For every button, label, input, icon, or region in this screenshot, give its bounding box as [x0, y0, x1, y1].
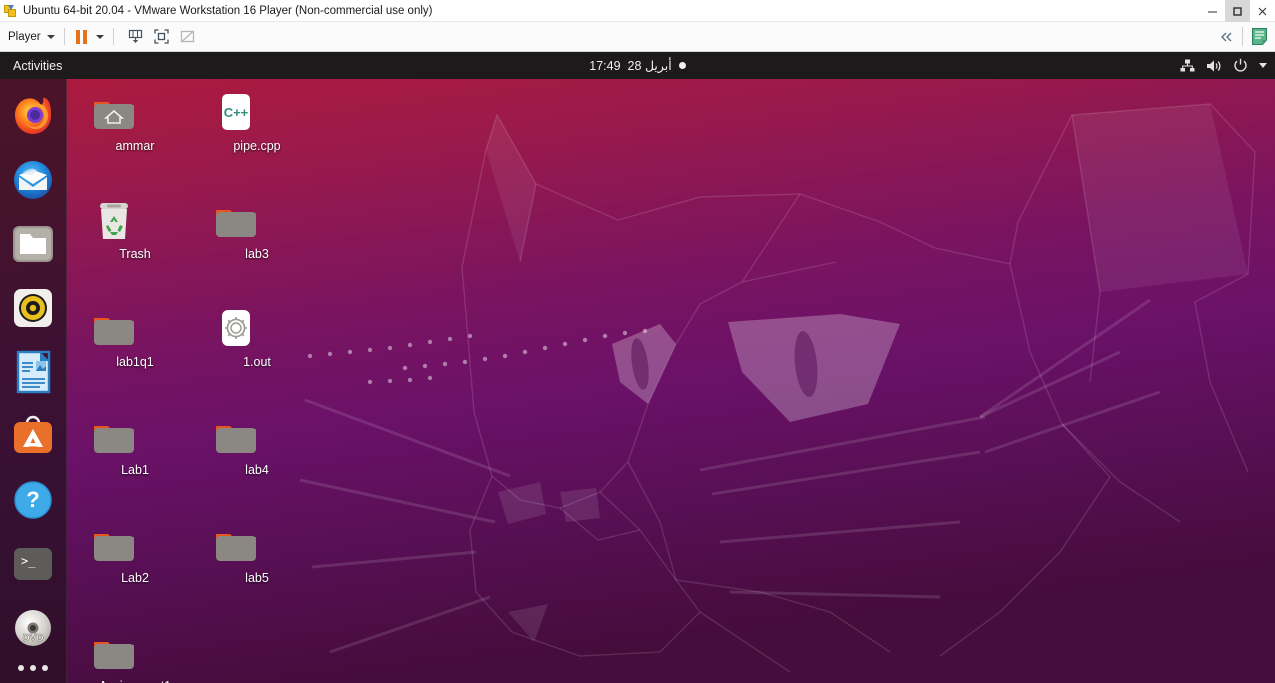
volume-icon: [1206, 59, 1222, 73]
window-controls: [1200, 0, 1275, 22]
svg-text:>_: >_: [21, 554, 36, 568]
trash-icon: [91, 199, 179, 245]
cpp-file-icon: C++: [213, 91, 301, 137]
gnome-topbar: Activities 17:49 28 أبريل: [0, 52, 1275, 79]
folder-icon: [213, 415, 301, 461]
chevron-down-icon: [1259, 63, 1267, 68]
vmware-titlebar: Ubuntu 64-bit 20.04 - VMware Workstation…: [0, 0, 1275, 22]
desktop-icon-label: lab5: [245, 571, 269, 585]
desktop-icon-label: ammar: [115, 139, 155, 153]
desktop-icon-lab1q1[interactable]: lab1q1: [91, 307, 179, 371]
desktop-icons-area: ammar C++ pipe.cpp Trash lab3 lab1q1 1.o…: [67, 79, 1275, 683]
dock-item-libreoffice-writer[interactable]: [10, 349, 56, 395]
svg-text:?: ?: [26, 487, 39, 512]
folder-icon: [91, 307, 179, 353]
desktop-icon-label: lab4: [245, 463, 269, 477]
dock-item-rhythmbox[interactable]: [10, 285, 56, 331]
dock-item-files[interactable]: [10, 221, 56, 267]
power-icon: [1233, 58, 1248, 73]
fullscreen-icon[interactable]: [149, 26, 175, 48]
notification-dot-icon: [678, 62, 686, 69]
clock-date: 28 أبريل: [627, 59, 672, 73]
toolbar-right-group: [1212, 22, 1275, 51]
restore-button[interactable]: [1225, 0, 1250, 22]
window-title: Ubuntu 64-bit 20.04 - VMware Workstation…: [23, 4, 433, 17]
desktop-icon-label: pipe.cpp: [233, 139, 281, 153]
send-key-icon[interactable]: [123, 26, 149, 48]
desktop-icon-lab5[interactable]: lab5: [213, 523, 301, 587]
desktop-icon-Lab1[interactable]: Lab1: [91, 415, 179, 479]
desktop-icon-label: lab3: [245, 247, 269, 261]
dock-item-ubuntu-software[interactable]: [10, 413, 56, 459]
executable-icon: [213, 307, 301, 353]
dock-item-help[interactable]: ?: [10, 477, 56, 523]
ubuntu-desktop: Activities 17:49 28 أبريل ? >_ DVD ammar…: [0, 52, 1275, 683]
folder-icon: [91, 631, 179, 677]
minimize-button[interactable]: [1200, 0, 1225, 22]
desktop-icon-label: Lab1: [121, 463, 149, 477]
activities-button[interactable]: Activities: [13, 59, 62, 73]
system-status-area[interactable]: [1180, 58, 1267, 73]
desktop-icon-label: Lab2: [121, 571, 149, 585]
pause-icon[interactable]: [75, 29, 87, 44]
dock-item-firefox[interactable]: [10, 93, 56, 139]
toolbar-divider-2: [112, 28, 114, 45]
pause-chevron-down-icon[interactable]: [95, 34, 104, 39]
vmware-toolbar: Player: [0, 22, 1275, 52]
network-icon: [1180, 59, 1195, 73]
folder-icon: [91, 415, 179, 461]
collapse-left-icon[interactable]: [1212, 22, 1242, 51]
desktop-icon-label: lab1q1: [116, 355, 154, 369]
dock-item-terminal[interactable]: >_: [10, 541, 56, 587]
home-folder-icon: [91, 91, 179, 137]
clock-area[interactable]: 17:49 28 أبريل: [0, 58, 1275, 73]
folder-icon: [213, 523, 301, 569]
desktop-icon-Lab2[interactable]: Lab2: [91, 523, 179, 587]
desktop-icon-lab4[interactable]: lab4: [213, 415, 301, 479]
desktop-icon-trash[interactable]: Trash: [91, 199, 179, 263]
player-menu-label[interactable]: Player: [8, 31, 41, 43]
screenshot-root: Ubuntu 64-bit 20.04 - VMware Workstation…: [0, 0, 1275, 683]
folder-icon: [213, 199, 301, 245]
desktop-icon-Assignment1[interactable]: Assignment1: [91, 631, 179, 683]
toolbar-divider: [63, 28, 65, 45]
svg-text:C++: C++: [224, 105, 249, 120]
desktop-icon-label: 1.out: [243, 355, 271, 369]
desktop-icon-label: Trash: [119, 247, 151, 261]
unity-mode-icon[interactable]: [175, 26, 201, 48]
close-button[interactable]: [1250, 0, 1275, 22]
ubuntu-dock: ? >_ DVD: [0, 79, 67, 683]
clock-time: 17:49: [589, 58, 621, 73]
desktop-icon-lab3[interactable]: lab3: [213, 199, 301, 263]
dock-item-dvd[interactable]: DVD: [10, 605, 56, 651]
notes-icon[interactable]: [1243, 22, 1275, 51]
svg-text:DVD: DVD: [22, 633, 43, 644]
desktop-icon-ammar[interactable]: ammar: [91, 91, 179, 155]
dock-item-thunderbird[interactable]: [10, 157, 56, 203]
folder-icon: [91, 523, 179, 569]
vmware-icon: [4, 4, 18, 18]
desktop-icon-pipe-cpp[interactable]: C++ pipe.cpp: [213, 91, 301, 155]
desktop-icon-1-out[interactable]: 1.out: [213, 307, 301, 371]
chevron-down-icon[interactable]: [46, 34, 55, 39]
desktop-icon-label: Assignment1: [99, 679, 171, 683]
show-applications-icon[interactable]: [18, 665, 48, 671]
